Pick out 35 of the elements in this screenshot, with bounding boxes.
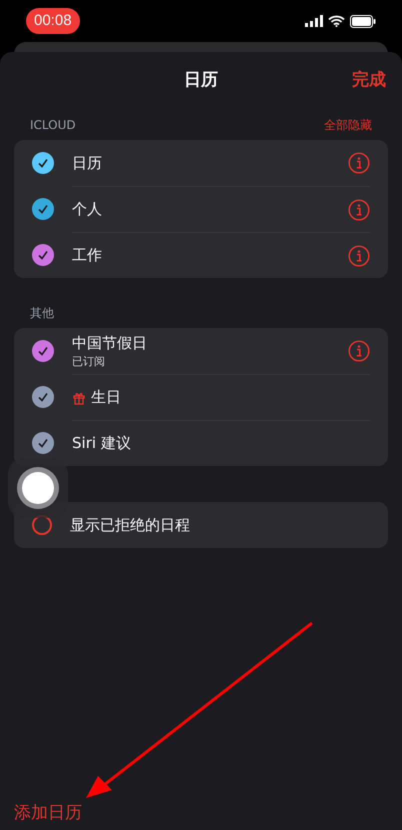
info-icon[interactable]	[348, 340, 370, 362]
info-icon[interactable]	[348, 152, 370, 174]
calendar-name: 生日	[91, 387, 121, 408]
checkbox[interactable]	[32, 340, 54, 362]
checkbox[interactable]	[32, 152, 54, 174]
calendar-name: Siri 建议	[72, 433, 131, 454]
calendar-name: 中国节假日	[72, 332, 147, 354]
checkbox[interactable]	[32, 432, 54, 454]
info-icon[interactable]	[348, 198, 370, 220]
info-icon[interactable]	[348, 244, 370, 266]
checkmark-icon	[37, 249, 49, 261]
calendar-name: 工作	[72, 245, 102, 266]
checkmark-icon	[37, 391, 49, 403]
sheet-title: 日历	[184, 69, 218, 92]
checkmark-icon	[37, 345, 49, 357]
battery-icon	[350, 14, 376, 28]
section-header: 其他	[30, 305, 54, 322]
calendar-name: 个人	[72, 199, 102, 220]
section-header: ICLOUD	[30, 117, 76, 134]
add-calendar-link[interactable]: 添加日历	[14, 800, 82, 826]
wifi-icon	[328, 15, 345, 27]
checkbox[interactable]	[32, 244, 54, 266]
checkmark-icon	[37, 203, 49, 215]
time-pill: 00:08	[26, 8, 80, 34]
signal-icon	[305, 15, 323, 27]
done-button[interactable]: 完成	[352, 68, 386, 94]
declined-events-row[interactable]: 显示已拒绝的日程	[14, 502, 388, 548]
checkbox[interactable]	[32, 198, 54, 220]
calendar-name: 日历	[72, 152, 102, 174]
checkbox[interactable]	[32, 386, 54, 408]
hide-all-button[interactable]: 全部隐藏	[324, 116, 372, 134]
declined-label: 显示已拒绝的日程	[70, 514, 190, 536]
checkmark-icon	[37, 437, 49, 449]
calendar-subtitle: 已订阅	[72, 354, 106, 370]
checkmark-icon	[37, 157, 49, 169]
